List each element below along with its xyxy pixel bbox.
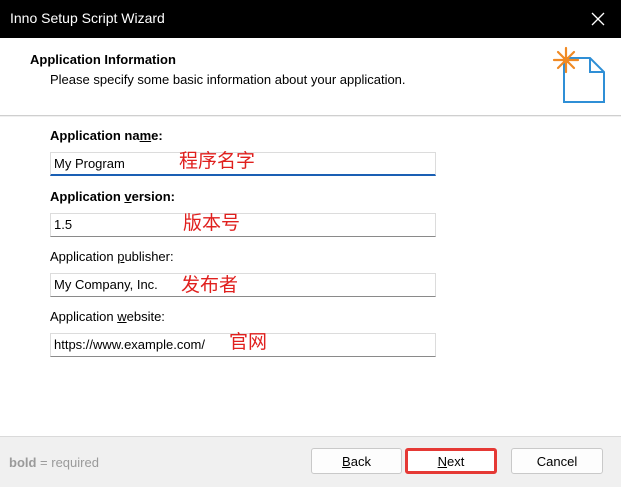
app-website-annotation: 官网: [229, 331, 268, 353]
wizard-document-icon: [552, 46, 605, 103]
app-website-label: Application website:: [50, 309, 165, 324]
app-publisher-annotation: 发布者: [181, 274, 239, 296]
cancel-button[interactable]: Cancel: [511, 448, 603, 474]
app-version-annotation: 版本号: [183, 212, 241, 234]
title-bar: Inno Setup Script Wizard: [0, 0, 621, 38]
app-publisher-label: Application publisher:: [50, 249, 174, 264]
next-button[interactable]: Next: [405, 448, 497, 474]
page-header: Application Information Please specify s…: [0, 38, 621, 116]
page-title: Application Information: [30, 52, 176, 67]
window-title: Inno Setup Script Wizard: [10, 10, 165, 26]
form-content: Application name: My Program 程序名字 Applic…: [0, 117, 621, 436]
footer-bar: bold = required Back Next Cancel: [0, 436, 621, 487]
app-name-annotation: 程序名字: [179, 150, 256, 172]
required-hint: bold = required: [9, 455, 99, 470]
page-subtitle: Please specify some basic information ab…: [50, 72, 406, 87]
app-name-label: Application name:: [50, 128, 163, 143]
app-version-input[interactable]: 1.5: [50, 213, 436, 237]
back-button[interactable]: Back: [311, 448, 402, 474]
app-version-label: Application version:: [50, 189, 175, 204]
app-publisher-input[interactable]: My Company, Inc.: [50, 273, 436, 297]
close-icon[interactable]: [575, 0, 621, 38]
wizard-window: Inno Setup Script Wizard Application Inf…: [0, 0, 621, 487]
